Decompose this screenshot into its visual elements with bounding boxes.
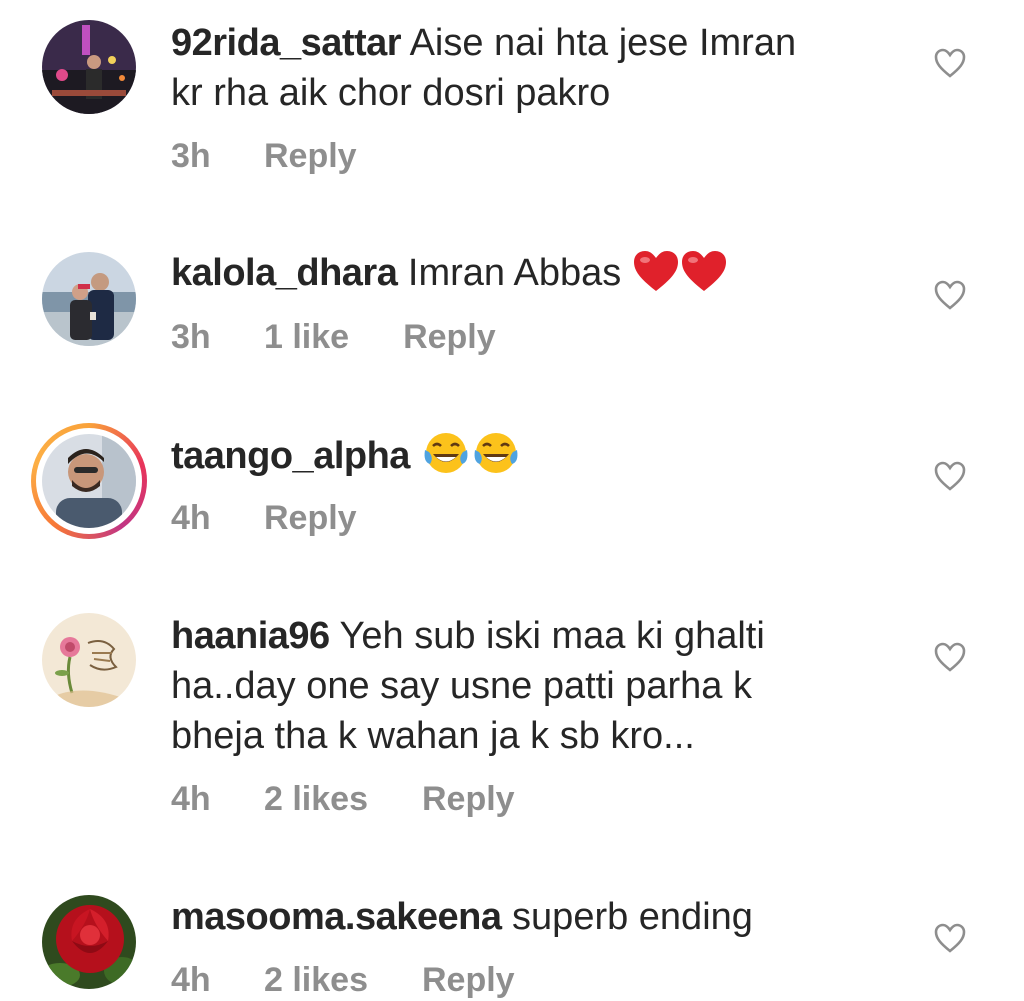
- red-heart-emoji: [632, 249, 680, 306]
- comment-body: taango_alpha: [171, 430, 871, 489]
- comment-meta: 4h 2 likes Reply: [171, 780, 515, 819]
- reply-button[interactable]: Reply: [264, 499, 357, 538]
- comment-likes[interactable]: 1 like: [264, 318, 349, 357]
- comment-text: Imran Abbas: [407, 252, 622, 294]
- reply-button[interactable]: Reply: [403, 318, 496, 357]
- avatar-story-ring[interactable]: [31, 423, 147, 539]
- comment-text: bheja tha k wahan ja k sb kro...: [171, 715, 695, 757]
- avatar[interactable]: [42, 20, 136, 114]
- comment-text: ha..day one say usne patti parha k: [171, 665, 752, 707]
- comment-time: 4h: [171, 961, 211, 999]
- comment-body: kalola_dhara Imran Abbas: [171, 248, 871, 306]
- comment-text: superb ending: [512, 896, 753, 938]
- comment-text: Yeh sub iski maa ki ghalti: [339, 615, 765, 657]
- comment-meta: 3h Reply: [171, 137, 357, 176]
- comment-username[interactable]: 92rida_sattar: [171, 22, 402, 64]
- heart-outline-icon: [934, 642, 966, 672]
- comment-meta: 3h 1 like Reply: [171, 318, 496, 357]
- comment-time: 4h: [171, 780, 211, 818]
- comment-meta: 4h 2 likes Reply: [171, 961, 515, 1000]
- like-button[interactable]: [934, 48, 966, 78]
- comment-text: Aise nai hta jese Imran: [409, 22, 797, 64]
- heart-outline-icon: [934, 280, 966, 310]
- heart-outline-icon: [934, 48, 966, 78]
- avatar[interactable]: [42, 613, 136, 707]
- tears-of-joy-emoji: [421, 430, 471, 489]
- comment-likes[interactable]: 2 likes: [264, 780, 368, 819]
- avatar[interactable]: [42, 895, 136, 989]
- comment-username[interactable]: taango_alpha: [171, 435, 410, 477]
- comment-body: haania96 Yeh sub iski maa ki ghalti ha..…: [171, 611, 871, 761]
- comment-username[interactable]: kalola_dhara: [171, 252, 398, 294]
- heart-outline-icon: [934, 923, 966, 953]
- like-button[interactable]: [934, 642, 966, 672]
- comment-time: 4h: [171, 499, 211, 537]
- like-button[interactable]: [934, 280, 966, 310]
- comment-text: kr rha aik chor dosri pakro: [171, 72, 611, 114]
- comment-username[interactable]: masooma.sakeena: [171, 896, 502, 938]
- comment-time: 3h: [171, 318, 211, 356]
- reply-button[interactable]: Reply: [422, 961, 515, 1000]
- red-heart-emoji: [680, 249, 728, 306]
- like-button[interactable]: [934, 461, 966, 491]
- comment-time: 3h: [171, 137, 211, 175]
- comment-username[interactable]: haania96: [171, 615, 330, 657]
- comment-body: 92rida_sattar Aise nai hta jese Imran kr…: [171, 18, 871, 118]
- reply-button[interactable]: Reply: [264, 137, 357, 176]
- avatar[interactable]: [42, 252, 136, 346]
- reply-button[interactable]: Reply: [422, 780, 515, 819]
- like-button[interactable]: [934, 923, 966, 953]
- comment-likes[interactable]: 2 likes: [264, 961, 368, 1000]
- comment-body: masooma.sakeena superb ending: [171, 892, 871, 942]
- heart-outline-icon: [934, 461, 966, 491]
- tears-of-joy-emoji: [471, 430, 521, 489]
- comment-meta: 4h Reply: [171, 499, 357, 538]
